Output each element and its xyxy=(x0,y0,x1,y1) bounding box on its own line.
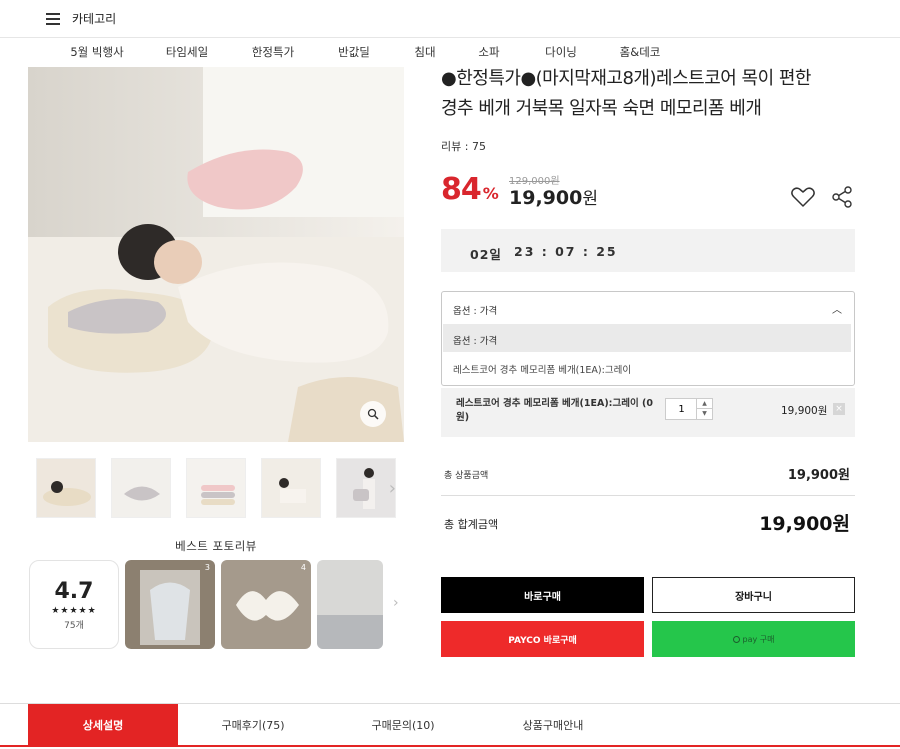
category-menu-label[interactable]: 카테고리 xyxy=(72,10,116,27)
add-to-cart-button[interactable]: 장바구니 xyxy=(652,577,855,613)
product-title-line-1: ●한정특가●(마지막재고8개)레스트코어 목이 편한 xyxy=(441,68,812,89)
subtotal-row: 총 상품금액 19,900원 xyxy=(441,460,855,496)
nav-item-bed[interactable]: 침대 xyxy=(414,44,435,60)
share-icon[interactable] xyxy=(830,185,854,209)
thumbnail-image xyxy=(262,459,320,517)
discount-rate: 84% xyxy=(441,172,499,207)
option-item-label: 레스트코어 경추 메모리폼 베개(1EA):그레이 xyxy=(453,365,632,376)
review-photo-image xyxy=(317,560,383,649)
thumbnail-1[interactable] xyxy=(36,458,96,518)
total-value: 19,900원 xyxy=(759,513,850,535)
countdown-days: 02일 xyxy=(470,247,502,262)
review-count-label[interactable]: 리뷰 : 75 xyxy=(441,138,486,154)
remove-option-button[interactable]: × xyxy=(833,403,845,415)
top-bar: 카테고리 xyxy=(0,0,900,38)
category-nav: 5월 빅행사 타임세일 한정특가 반값딜 침대 소파 다이닝 홈&데코 xyxy=(0,44,900,64)
nav-item-may-event[interactable]: 5월 빅행사 xyxy=(70,44,123,60)
option-select[interactable]: 옵션 : 가격 ︿ 옵션 : 가격 레스트코어 경추 메모리폼 베개(1EA):… xyxy=(441,291,855,386)
thumbnail-image xyxy=(187,459,245,517)
thumbnail-strip: › xyxy=(28,458,404,520)
review-photo-2[interactable]: 4 xyxy=(221,560,311,649)
photo-count-badge: 4 xyxy=(300,563,306,572)
npay-buy-button[interactable]: pay 구매 xyxy=(652,621,855,657)
thumbnail-image xyxy=(37,459,95,517)
option-item[interactable]: 옵션 : 가격 xyxy=(443,324,851,352)
thumbnail-3[interactable] xyxy=(186,458,246,518)
buy-now-button[interactable]: 바로구매 xyxy=(441,577,644,613)
review-photo-image xyxy=(125,560,215,649)
review-photo-image xyxy=(221,560,311,649)
pillow-photo-illustration xyxy=(28,67,404,442)
total-label: 총 합계금액 xyxy=(444,518,499,531)
nav-item-dining[interactable]: 다이닝 xyxy=(545,44,577,60)
chevron-up-icon: ︿ xyxy=(832,305,842,316)
review-score: 4.7 xyxy=(54,579,94,604)
chevron-right-icon[interactable]: › xyxy=(389,478,396,499)
npay-buy-label: pay 구매 xyxy=(742,634,775,644)
nav-item-half-price[interactable]: 반값딜 xyxy=(338,44,370,60)
tab-detail[interactable]: 상세설명 xyxy=(28,704,178,746)
sale-price-unit: 원 xyxy=(582,189,598,209)
npay-icon xyxy=(732,635,740,643)
heart-icon[interactable] xyxy=(790,185,816,209)
thumbnail-4[interactable] xyxy=(261,458,321,518)
magnifier-icon xyxy=(367,408,379,420)
option-item-label: 옵션 : 가격 xyxy=(453,336,498,347)
decrement-icon[interactable]: ▼ xyxy=(696,409,712,419)
review-count: 75개 xyxy=(64,621,84,631)
thumbnail-2[interactable] xyxy=(111,458,171,518)
countdown-timer: 02일 23 : 07 : 25 xyxy=(441,229,855,272)
product-title-line-2: 경추 베개 거북목 일자목 숙면 메모리폼 베개 xyxy=(441,98,762,119)
thumbnail-5[interactable] xyxy=(336,458,396,518)
sale-price: 19,900원 xyxy=(509,184,598,209)
review-photo-1[interactable]: 3 xyxy=(125,560,215,649)
sale-price-number: 19,900 xyxy=(509,187,583,209)
payco-buy-button[interactable]: PAYCO 바로구매 xyxy=(441,621,644,657)
option-select-label: 옵션 : 가격 xyxy=(453,306,498,317)
thumbnail-image xyxy=(112,459,170,517)
nav-item-limited-deal[interactable]: 한정특가 xyxy=(252,44,294,60)
zoom-button[interactable] xyxy=(360,401,386,427)
quantity-stepper[interactable]: ▲ ▼ xyxy=(665,398,713,420)
tab-reviews[interactable]: 구매후기(75) xyxy=(178,704,328,746)
photo-count-badge: 3 xyxy=(204,563,210,572)
hamburger-menu-icon[interactable] xyxy=(46,13,60,25)
option-item[interactable]: 레스트코어 경추 메모리폼 베개(1EA):그레이 xyxy=(443,354,851,382)
nav-item-home-deco[interactable]: 홈&데코 xyxy=(620,44,661,60)
nav-item-time-sale[interactable]: 타임세일 xyxy=(166,44,208,60)
countdown-time: 23 : 07 : 25 xyxy=(514,244,618,259)
tab-purchase-guide[interactable]: 상품구매안내 xyxy=(478,704,628,746)
detail-tabs: 상세설명 구매후기(75) 구매문의(10) 상품구매안내 xyxy=(0,703,900,747)
increment-icon[interactable]: ▲ xyxy=(696,399,712,409)
product-title: ●한정특가●(마지막재고8개)레스트코어 목이 편한 경추 베개 거북목 일자목… xyxy=(441,64,871,124)
subtotal-value: 19,900원 xyxy=(787,468,850,483)
chevron-right-icon[interactable]: › xyxy=(393,595,399,611)
subtotal-label: 총 상품금액 xyxy=(444,471,489,481)
review-stars: ★★★★★ xyxy=(51,606,97,616)
thumbnail-image xyxy=(337,459,395,517)
review-photo-3[interactable] xyxy=(317,560,383,649)
selected-option-box: 레스트코어 경추 메모리폼 베개(1EA):그레이 (0원) ▲ ▼ 19,90… xyxy=(441,388,855,437)
best-photo-review-title: 베스트 포토리뷰 xyxy=(175,539,257,553)
review-score-card: 4.7 ★★★★★ 75개 xyxy=(29,560,119,649)
product-main-image[interactable] xyxy=(28,67,404,442)
tab-inquiries[interactable]: 구매문의(10) xyxy=(328,704,478,746)
nav-item-sofa[interactable]: 소파 xyxy=(478,44,499,60)
discount-percent-sign: % xyxy=(482,184,499,203)
quantity-input[interactable] xyxy=(666,399,697,419)
selected-option-name: 레스트코어 경추 메모리폼 베개(1EA):그레이 (0원) xyxy=(456,398,653,423)
total-row: 총 합계금액 19,900원 xyxy=(441,506,855,542)
selected-option-price: 19,900원 xyxy=(781,405,828,417)
option-select-header[interactable]: 옵션 : 가격 ︿ xyxy=(442,292,854,324)
discount-number: 84 xyxy=(441,172,482,207)
